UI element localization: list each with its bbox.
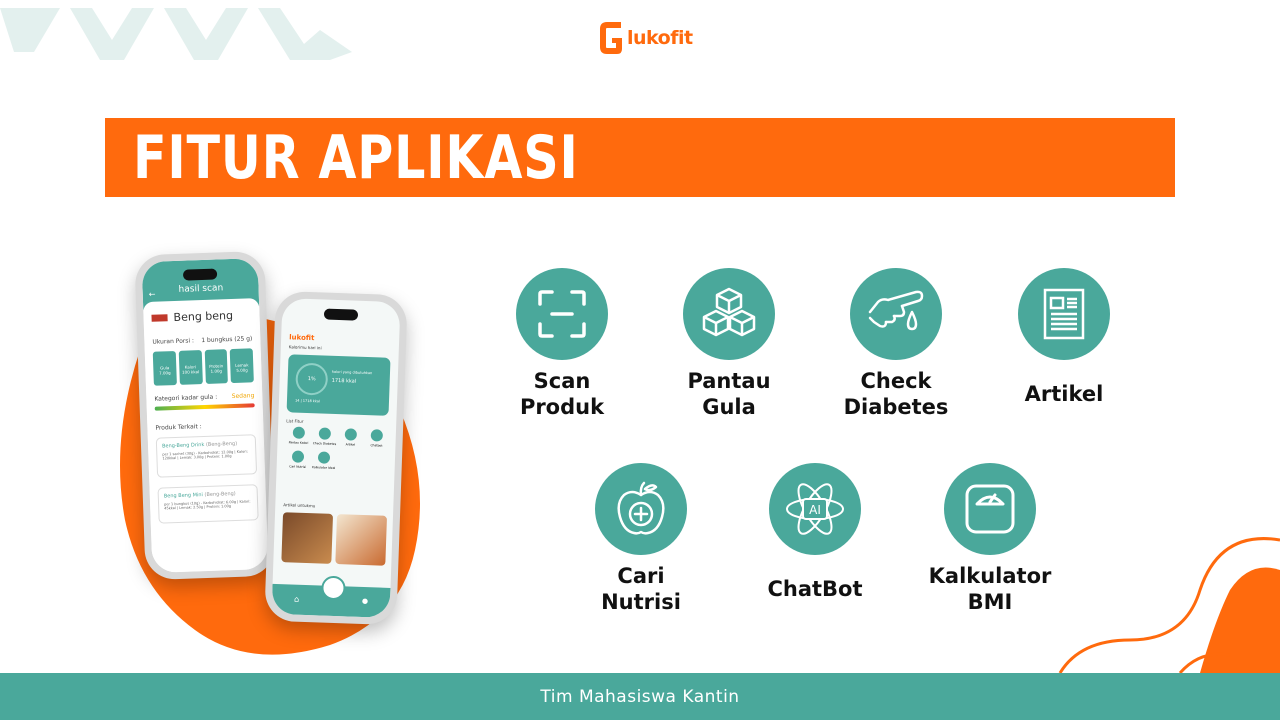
scale-icon — [965, 484, 1015, 534]
phone-right: lukofit Kalorimu hari ini 1% kalori yang… — [264, 290, 408, 626]
cubes-icon — [702, 287, 756, 337]
phone-left-screen: ← hasil scan Beng beng Ukuran Porsi : 1 … — [141, 258, 269, 573]
brand-logo-text: lukofit — [627, 27, 693, 49]
feature-grid-item[interactable]: Artikel — [337, 428, 364, 447]
sugar-category-label: Kategori kadar gula : — [154, 393, 218, 403]
feature-grid-item[interactable]: Check Diabetes — [311, 427, 338, 446]
phone-notch — [323, 308, 359, 321]
calorie-consumed: 14 | 1718 kkal — [294, 398, 321, 404]
feature-chatbot: AI ChatBot — [730, 463, 900, 602]
feature-label: Pantau Gula — [687, 369, 771, 419]
feature-label: ChatBot — [767, 577, 863, 601]
svg-text:AI: AI — [809, 503, 821, 517]
feature-icon-circle — [944, 463, 1036, 555]
nutrient-card: Kalori 100 kkal — [178, 350, 203, 385]
related-title: Produk Terkait : — [155, 423, 202, 432]
feature-grid-item[interactable]: Cari Nutrisi — [285, 450, 312, 469]
app-logo-small-icon: lukofit — [289, 333, 315, 343]
newspaper-icon — [1043, 288, 1085, 340]
feature-check-diabetes: Check Diabetes — [811, 268, 981, 420]
article-section-title: Artikel untukmu — [283, 502, 316, 509]
feature-grid-item[interactable]: Kalkulator Ideal — [311, 451, 338, 470]
phone-right-screen: lukofit Kalorimu hari ini 1% kalori yang… — [271, 298, 401, 618]
calorie-percent: 1% — [295, 362, 329, 396]
feature-icon-circle — [1018, 268, 1110, 360]
portion-label: Ukuran Porsi : — [152, 337, 195, 346]
feature-list-title: List Fitur — [286, 418, 304, 424]
product-thumbnail — [151, 314, 168, 322]
feature-grid: Pantau Kalori Check Diabetes Artikel Cha… — [285, 426, 390, 472]
feature-label: Artikel — [1024, 382, 1104, 406]
article-image[interactable] — [335, 514, 388, 566]
sugar-level-bar — [154, 403, 255, 411]
calorie-title: Kalorimu hari ini — [288, 344, 322, 351]
portion-value: 1 bungkus (25 g) — [201, 335, 253, 345]
article-image[interactable] — [281, 512, 334, 564]
finger-drop-icon — [868, 290, 924, 331]
phone-notch — [182, 268, 218, 281]
feature-icon-circle — [595, 463, 687, 555]
nutrient-card: Protein 1.00g — [204, 349, 229, 384]
bottom-nav: ⌂ ● — [271, 575, 391, 618]
related-product-card[interactable]: Beng Beng Mini (Beng-Beng) per 1 bungkus… — [157, 484, 259, 524]
glukofit-logo-icon — [600, 22, 622, 54]
feature-label: Check Diabetes — [843, 369, 949, 419]
phone-left: ← hasil scan Beng beng Ukuran Porsi : 1 … — [134, 250, 276, 581]
profile-icon[interactable]: ● — [362, 597, 368, 605]
calorie-needed-label: kalori yang dibutuhkan — [331, 369, 373, 376]
feature-scan-produk: Scan Produk — [477, 268, 647, 420]
calorie-card: 1% kalori yang dibutuhkan 1718 kkal 14 |… — [286, 354, 391, 416]
footer-text: Tim Mahasiswa Kantin — [540, 686, 740, 707]
nutrient-card: Gula 7.00g — [152, 350, 177, 386]
decorative-wave — [1058, 537, 1280, 673]
product-name: Beng beng — [173, 308, 234, 325]
feature-label: Scan Produk — [519, 369, 605, 419]
scan-fab-icon[interactable] — [321, 575, 346, 601]
feature-pantau-gula: Pantau Gula — [644, 268, 814, 420]
related-product-card[interactable]: Beng-Beng Drink (Beng-Beng) per 1 sachet… — [155, 434, 258, 478]
nutrient-card: Lemak 5.00g — [229, 348, 254, 384]
ai-atom-icon: AI — [786, 483, 844, 535]
back-arrow-icon[interactable]: ← — [149, 290, 156, 299]
feature-artikel: Artikel — [979, 268, 1149, 407]
calorie-needed-value: 1718 kkal — [331, 377, 357, 385]
feature-cari-nutrisi: Cari Nutrisi — [556, 463, 726, 615]
footer-bar: Tim Mahasiswa Kantin — [0, 673, 1280, 720]
title-banner: FITUR APLIKASI — [105, 118, 1175, 197]
feature-icon-circle — [850, 268, 942, 360]
sugar-category-value: Sedang — [231, 392, 255, 401]
scan-icon — [538, 290, 586, 338]
feature-icon-circle — [683, 268, 775, 360]
feature-grid-item[interactable]: Pantau Kalori — [285, 426, 312, 445]
feature-label: Cari Nutrisi — [601, 564, 681, 614]
home-icon[interactable]: ⌂ — [294, 595, 299, 604]
page-title: FITUR APLIKASI — [133, 123, 579, 193]
feature-icon-circle: AI — [769, 463, 861, 555]
decorative-pattern — [0, 8, 352, 60]
brand-logo: lukofit — [597, 18, 693, 58]
feature-grid-item[interactable]: Chatbot — [363, 429, 390, 448]
nutrient-cards: Gula 7.00g Kalori 100 kkal Protein 1.00g Le… — [152, 348, 254, 386]
scan-header-title: hasil scan — [178, 283, 224, 295]
apple-icon — [617, 481, 665, 535]
feature-label: Kalkulator BMI — [928, 564, 1052, 614]
feature-icon-circle — [516, 268, 608, 360]
